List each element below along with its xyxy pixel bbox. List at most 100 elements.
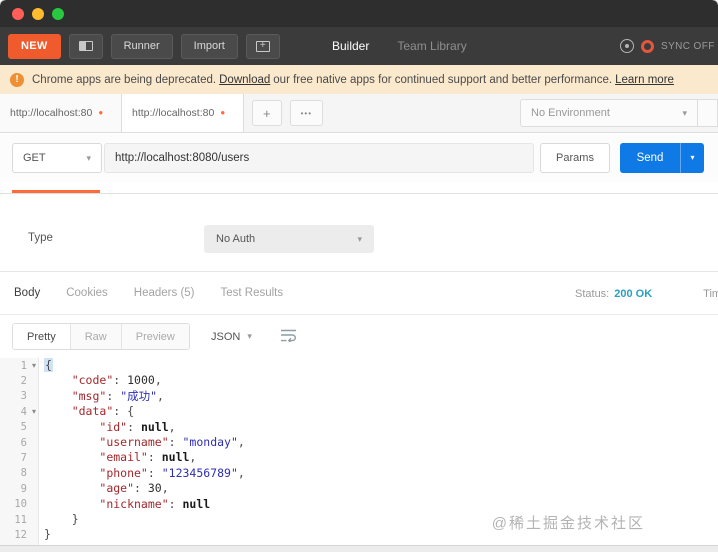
chevron-down-icon: ▾: [682, 109, 687, 118]
code-line: }: [39, 527, 51, 542]
unsaved-dot-icon: ●: [220, 109, 225, 117]
active-tab-underline: [12, 190, 100, 193]
code-line: "nickname": null: [39, 497, 210, 512]
language-value: JSON: [211, 331, 240, 343]
editor-line: 5 "id": null,: [0, 420, 718, 435]
line-number: 8: [0, 466, 39, 481]
method-value: GET: [23, 152, 46, 164]
environment-peek-button[interactable]: [698, 99, 718, 127]
chevron-down-icon: ▾: [690, 154, 694, 162]
tab-team-library[interactable]: Team Library: [397, 39, 466, 53]
warning-icon: !: [10, 73, 24, 87]
pretty-button[interactable]: Pretty: [13, 324, 70, 349]
tab-response-body[interactable]: Body: [14, 287, 40, 299]
deprecation-banner: ! Chrome apps are being deprecated.Downl…: [0, 65, 718, 94]
request-tab-1[interactable]: http://localhost:80 ●: [0, 94, 122, 132]
tab-response-cookies[interactable]: Cookies: [66, 287, 108, 299]
import-button[interactable]: Import: [181, 34, 238, 59]
interceptor-dot: [625, 44, 629, 48]
environment-value: No Environment: [531, 107, 610, 119]
editor-line: 2 "code": 1000,: [0, 373, 718, 388]
auth-type-selector[interactable]: No Auth ▾: [204, 225, 374, 253]
download-link[interactable]: Download: [219, 74, 270, 86]
raw-button[interactable]: Raw: [70, 324, 121, 349]
tab-builder[interactable]: Builder: [332, 39, 369, 53]
line-number: 1▾: [0, 358, 39, 373]
response-status: Status: 200 OK Time: [575, 272, 718, 316]
line-number: 5: [0, 420, 39, 435]
request-tab-title: http://localhost:80: [10, 107, 92, 119]
language-selector[interactable]: JSON ▾: [205, 323, 258, 350]
auth-type-value: No Auth: [216, 233, 255, 245]
new-window-button[interactable]: +: [246, 34, 280, 59]
minimize-button[interactable]: [32, 8, 44, 20]
line-number: 11: [0, 512, 39, 527]
code-line: "msg": "成功",: [39, 389, 164, 404]
chevron-down-icon: ▾: [86, 154, 91, 163]
sync-status-icon[interactable]: [641, 40, 654, 53]
code-line: }: [39, 512, 79, 527]
banner-middle: our free native apps for continued suppo…: [273, 74, 612, 86]
fold-caret-icon[interactable]: ▾: [27, 408, 36, 416]
authorization-panel: Type No Auth ▾: [0, 195, 718, 271]
auth-type-label: Type: [28, 232, 53, 244]
line-number: 2: [0, 373, 39, 388]
status-label: Status:: [575, 288, 609, 300]
titlebar: [0, 0, 718, 27]
zoom-button[interactable]: [52, 8, 64, 20]
editor-line: 7 "email": null,: [0, 450, 718, 465]
request-tab-2[interactable]: http://localhost:80 ●: [122, 94, 244, 132]
editor-line: 4▾ "data": {: [0, 404, 718, 419]
close-button[interactable]: [12, 8, 24, 20]
line-number: 10: [0, 497, 39, 512]
line-number: 9: [0, 481, 39, 496]
main-toolbar: NEW Runner Import + Builder Team Library…: [0, 27, 718, 65]
new-tab-button[interactable]: +: [252, 100, 282, 126]
unsaved-dot-icon: ●: [98, 109, 103, 117]
time-label: Time: [703, 288, 718, 300]
send-group: Send ▾: [620, 143, 704, 173]
editor-line: 3 "msg": "成功",: [0, 389, 718, 404]
environment-selector[interactable]: No Environment ▾: [520, 99, 698, 127]
preview-button[interactable]: Preview: [121, 324, 189, 349]
line-number: 12: [0, 527, 39, 542]
method-selector[interactable]: GET ▾: [12, 143, 102, 173]
sidebar-toggle-button[interactable]: [69, 34, 103, 59]
tab-response-headers[interactable]: Headers (5): [134, 287, 195, 299]
toolbar-right: SYNC OFF: [620, 27, 715, 65]
editor-line: 8 "phone": "123456789",: [0, 466, 718, 481]
learn-more-link[interactable]: Learn more: [615, 74, 674, 86]
response-tabs: Body Cookies Headers (5) Test Results St…: [0, 271, 718, 315]
chevron-down-icon: ▾: [247, 332, 252, 341]
request-tab-title: http://localhost:80: [132, 107, 214, 119]
tab-options-button[interactable]: •••: [290, 100, 323, 126]
interceptor-icon[interactable]: [620, 39, 634, 53]
editor-line: 9 "age": 30,: [0, 481, 718, 496]
code-line: "username": "monday",: [39, 435, 245, 450]
code-line: "email": null,: [39, 450, 196, 465]
new-button[interactable]: NEW: [8, 34, 61, 59]
fold-caret-icon[interactable]: ▾: [27, 362, 36, 370]
sync-status-label: SYNC OFF: [661, 41, 715, 52]
code-line: "code": 1000,: [39, 373, 162, 388]
word-wrap-icon[interactable]: [280, 328, 298, 347]
request-bar: GET ▾ Params Send ▾: [0, 134, 718, 182]
params-button[interactable]: Params: [540, 143, 610, 173]
line-number: 6: [0, 435, 39, 450]
banner-text: Chrome apps are being deprecated.Downloa…: [32, 74, 677, 86]
sidebar-toggle-icon: [79, 41, 93, 51]
runner-button[interactable]: Runner: [111, 34, 173, 59]
send-options-button[interactable]: ▾: [680, 143, 704, 173]
send-button[interactable]: Send: [620, 143, 680, 173]
status-value: 200 OK: [614, 288, 652, 300]
watermark: @稀土掘金技术社区: [492, 512, 645, 533]
chevron-down-icon: ▾: [357, 235, 362, 244]
view-mode-group: Pretty Raw Preview: [12, 323, 190, 350]
tab-test-results[interactable]: Test Results: [221, 287, 284, 299]
line-number: 3: [0, 389, 39, 404]
request-editor-tabs: [0, 182, 718, 194]
code-line: "id": null,: [39, 420, 176, 435]
window-bottom-edge: [0, 545, 718, 552]
url-input[interactable]: [104, 143, 534, 173]
view-switcher: Builder Team Library: [332, 27, 467, 65]
